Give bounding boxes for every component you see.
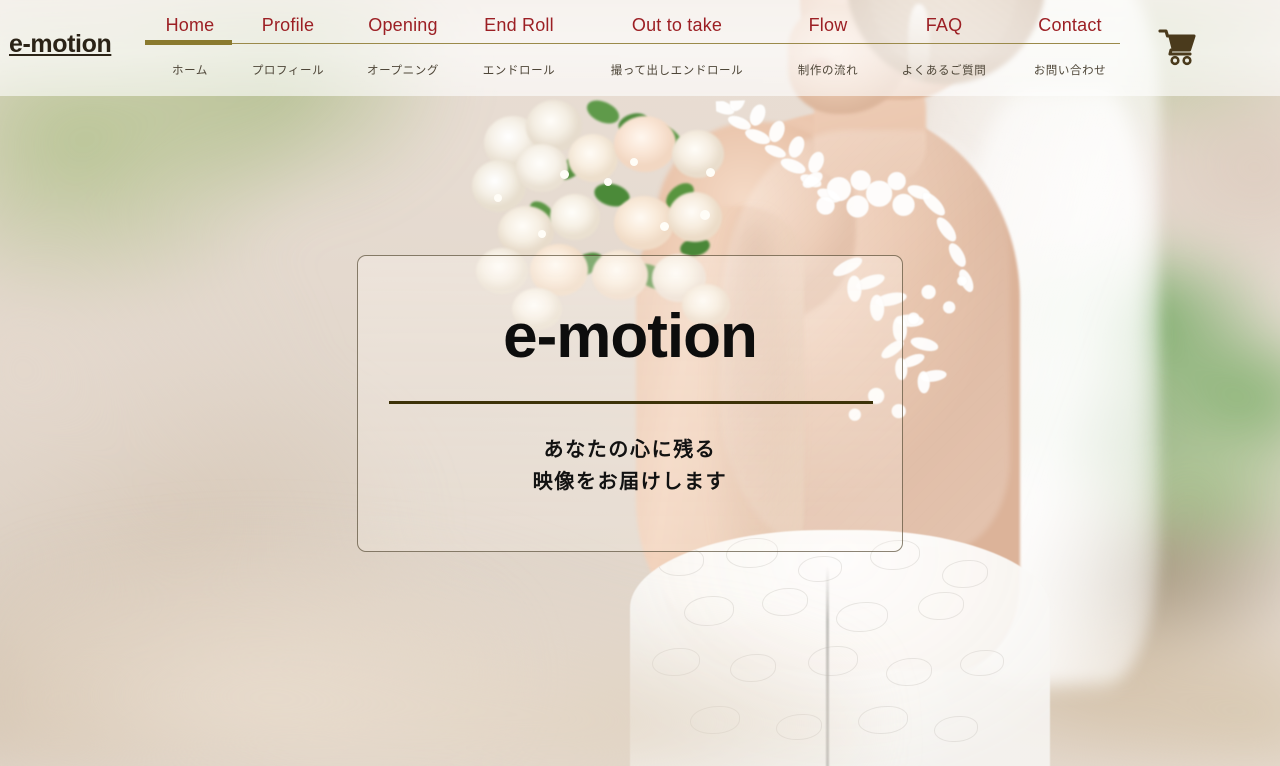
shopping-cart-icon (1158, 29, 1196, 66)
hero-title: e-motion (503, 302, 758, 371)
header-inner: e-motion Home ホーム Profile プロフィール Opening オープニ… (0, 0, 1280, 96)
nav-item-profile[interactable]: Profile プロフィール (228, 0, 348, 96)
nav-item-label-jp: よくあるご質問 (901, 65, 987, 77)
site-header: e-motion Home ホーム Profile プロフィール Opening オープニ… (0, 0, 1280, 96)
hero-subtitle-line-1: あなたの心に残る (543, 439, 717, 461)
nav-item-label-en: FAQ (925, 15, 963, 35)
nav-item-faq[interactable]: FAQ よくあるご質問 (884, 0, 1004, 96)
nav-item-label-jp: プロフィール (251, 65, 325, 77)
nav-item-label-en: Flow (808, 15, 848, 35)
nav-item-label-en: Contact (1038, 15, 1102, 35)
page-root: e-motion Home ホーム Profile プロフィール Opening オープニ… (0, 0, 1280, 766)
nav-item-label-jp: お問い合わせ (1033, 65, 1107, 77)
hero-divider (389, 401, 873, 404)
nav-item-label-en: Profile (261, 15, 315, 35)
site-logo[interactable]: e-motion (9, 30, 112, 59)
primary-navigation[interactable]: Home ホーム Profile プロフィール Opening オープニング End Rol… (145, 0, 1120, 96)
hero-subtitle: あなたの心に残る 映像をお届けします (358, 434, 902, 499)
nav-item-flow[interactable]: Flow 制作の流れ (753, 0, 903, 96)
hero-card: e-motion あなたの心に残る 映像をお届けします (357, 255, 903, 552)
hero-subtitle-line-2: 映像をお届けします (532, 471, 728, 494)
shopping-cart-button[interactable] (1158, 28, 1198, 66)
nav-item-contact[interactable]: Contact お問い合わせ (1000, 0, 1140, 96)
nav-item-label-jp: 制作の流れ (797, 65, 859, 77)
